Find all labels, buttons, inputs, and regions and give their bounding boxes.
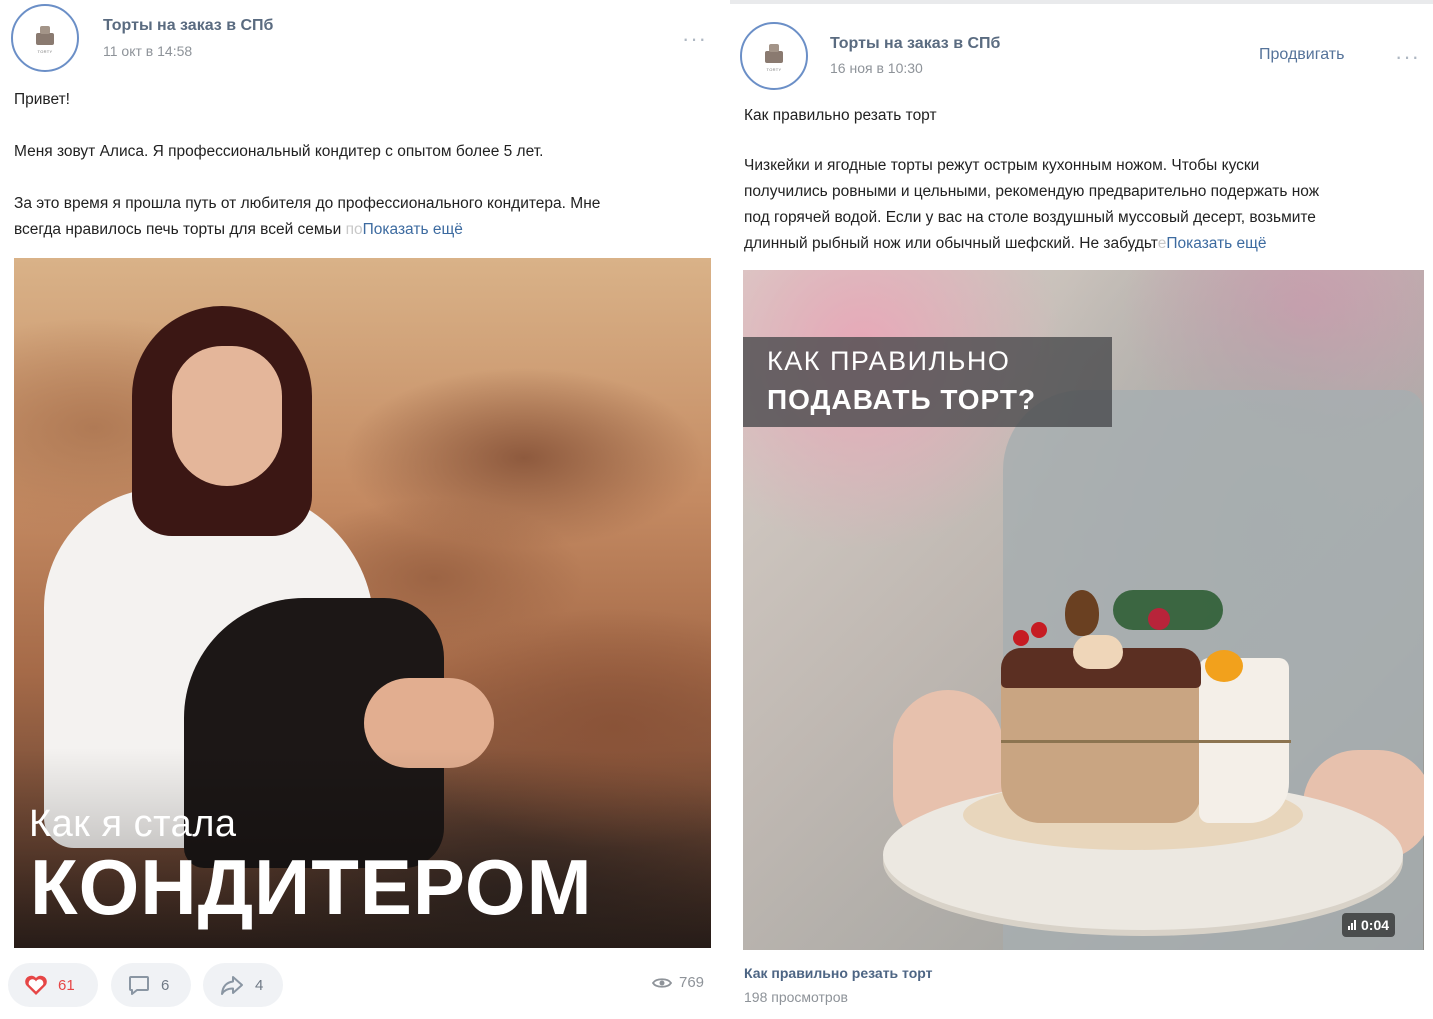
video-title-line1: КАК ПРАВИЛЬНО — [767, 346, 1011, 376]
comment-button[interactable]: 6 — [111, 963, 191, 1007]
share-button[interactable]: 4 — [203, 963, 283, 1007]
post-paragraph: Как правильно резать торт — [744, 107, 937, 124]
post-about-author: TORTY Торты на заказ в СПб 11 окт в 14:5… — [0, 0, 722, 1019]
post-paragraph-last: всегда нравилось печь торты для всей сем… — [14, 221, 463, 238]
video-duration-badge: 0:04 — [1342, 913, 1396, 937]
post-date[interactable]: 11 окт в 14:58 — [103, 43, 192, 59]
photo-caption-small: Как я стала — [29, 803, 237, 845]
views-count: 769 — [679, 974, 705, 991]
like-button[interactable]: 61 — [8, 963, 98, 1007]
share-count: 4 — [255, 976, 264, 994]
video-views: 198 просмотров — [744, 989, 848, 1005]
comment-icon — [129, 976, 149, 995]
post-paragraph-last: длинный рыбный нож или обычный шефский. … — [744, 235, 1267, 252]
views-counter: 769 — [652, 974, 704, 991]
show-more-link[interactable]: Показать ещё — [1166, 235, 1266, 252]
promote-button[interactable]: Продвигать — [1259, 46, 1344, 64]
video-caption-link[interactable]: Как правильно резать торт — [744, 965, 933, 981]
post-paragraph: под горячей водой. Если у вас на столе в… — [744, 209, 1316, 226]
post-photo[interactable]: Как я стала КОНДИТЕРОМ — [14, 258, 711, 948]
post-paragraph: За это время я прошла путь от любителя д… — [14, 195, 601, 212]
group-avatar[interactable]: TORTY — [11, 4, 79, 72]
group-name[interactable]: Торты на заказ в СПб — [830, 35, 1000, 53]
group-avatar[interactable]: TORTY — [740, 22, 808, 90]
post-paragraph: получились ровными и цельными, рекоменду… — [744, 183, 1320, 200]
like-count: 61 — [58, 976, 75, 994]
post-text: Как правильно резать торт Чизкейки и яго… — [744, 103, 1429, 257]
group-name[interactable]: Торты на заказ в СПб — [103, 17, 273, 35]
more-dots-icon[interactable]: ··· — [1395, 46, 1420, 68]
post-paragraph: Привет! — [14, 91, 70, 108]
more-dots-icon[interactable]: ··· — [682, 28, 707, 50]
comment-count: 6 — [161, 976, 170, 994]
video-title-line2: ПОДАВАТЬ ТОРТ? — [767, 384, 1037, 415]
post-text: Привет! Меня зовут Алиса. Я профессионал… — [14, 87, 714, 243]
cake-logo-icon — [761, 41, 787, 65]
post-paragraph: Меня зовут Алиса. Я профессиональный кон… — [14, 143, 544, 160]
eye-icon — [652, 977, 672, 988]
post-paragraph: Чизкейки и ягодные торты режут острым ку… — [744, 157, 1260, 174]
heart-icon — [25, 975, 47, 995]
photo-caption-big: КОНДИТЕРОМ — [30, 843, 593, 931]
post-date[interactable]: 16 ноя в 10:30 — [830, 60, 923, 76]
video-duration: 0:04 — [1361, 917, 1390, 933]
show-more-link[interactable]: Показать ещё — [363, 221, 463, 238]
share-icon — [221, 976, 243, 995]
sound-bars-icon — [1348, 920, 1356, 930]
cake-logo-icon — [32, 23, 58, 47]
